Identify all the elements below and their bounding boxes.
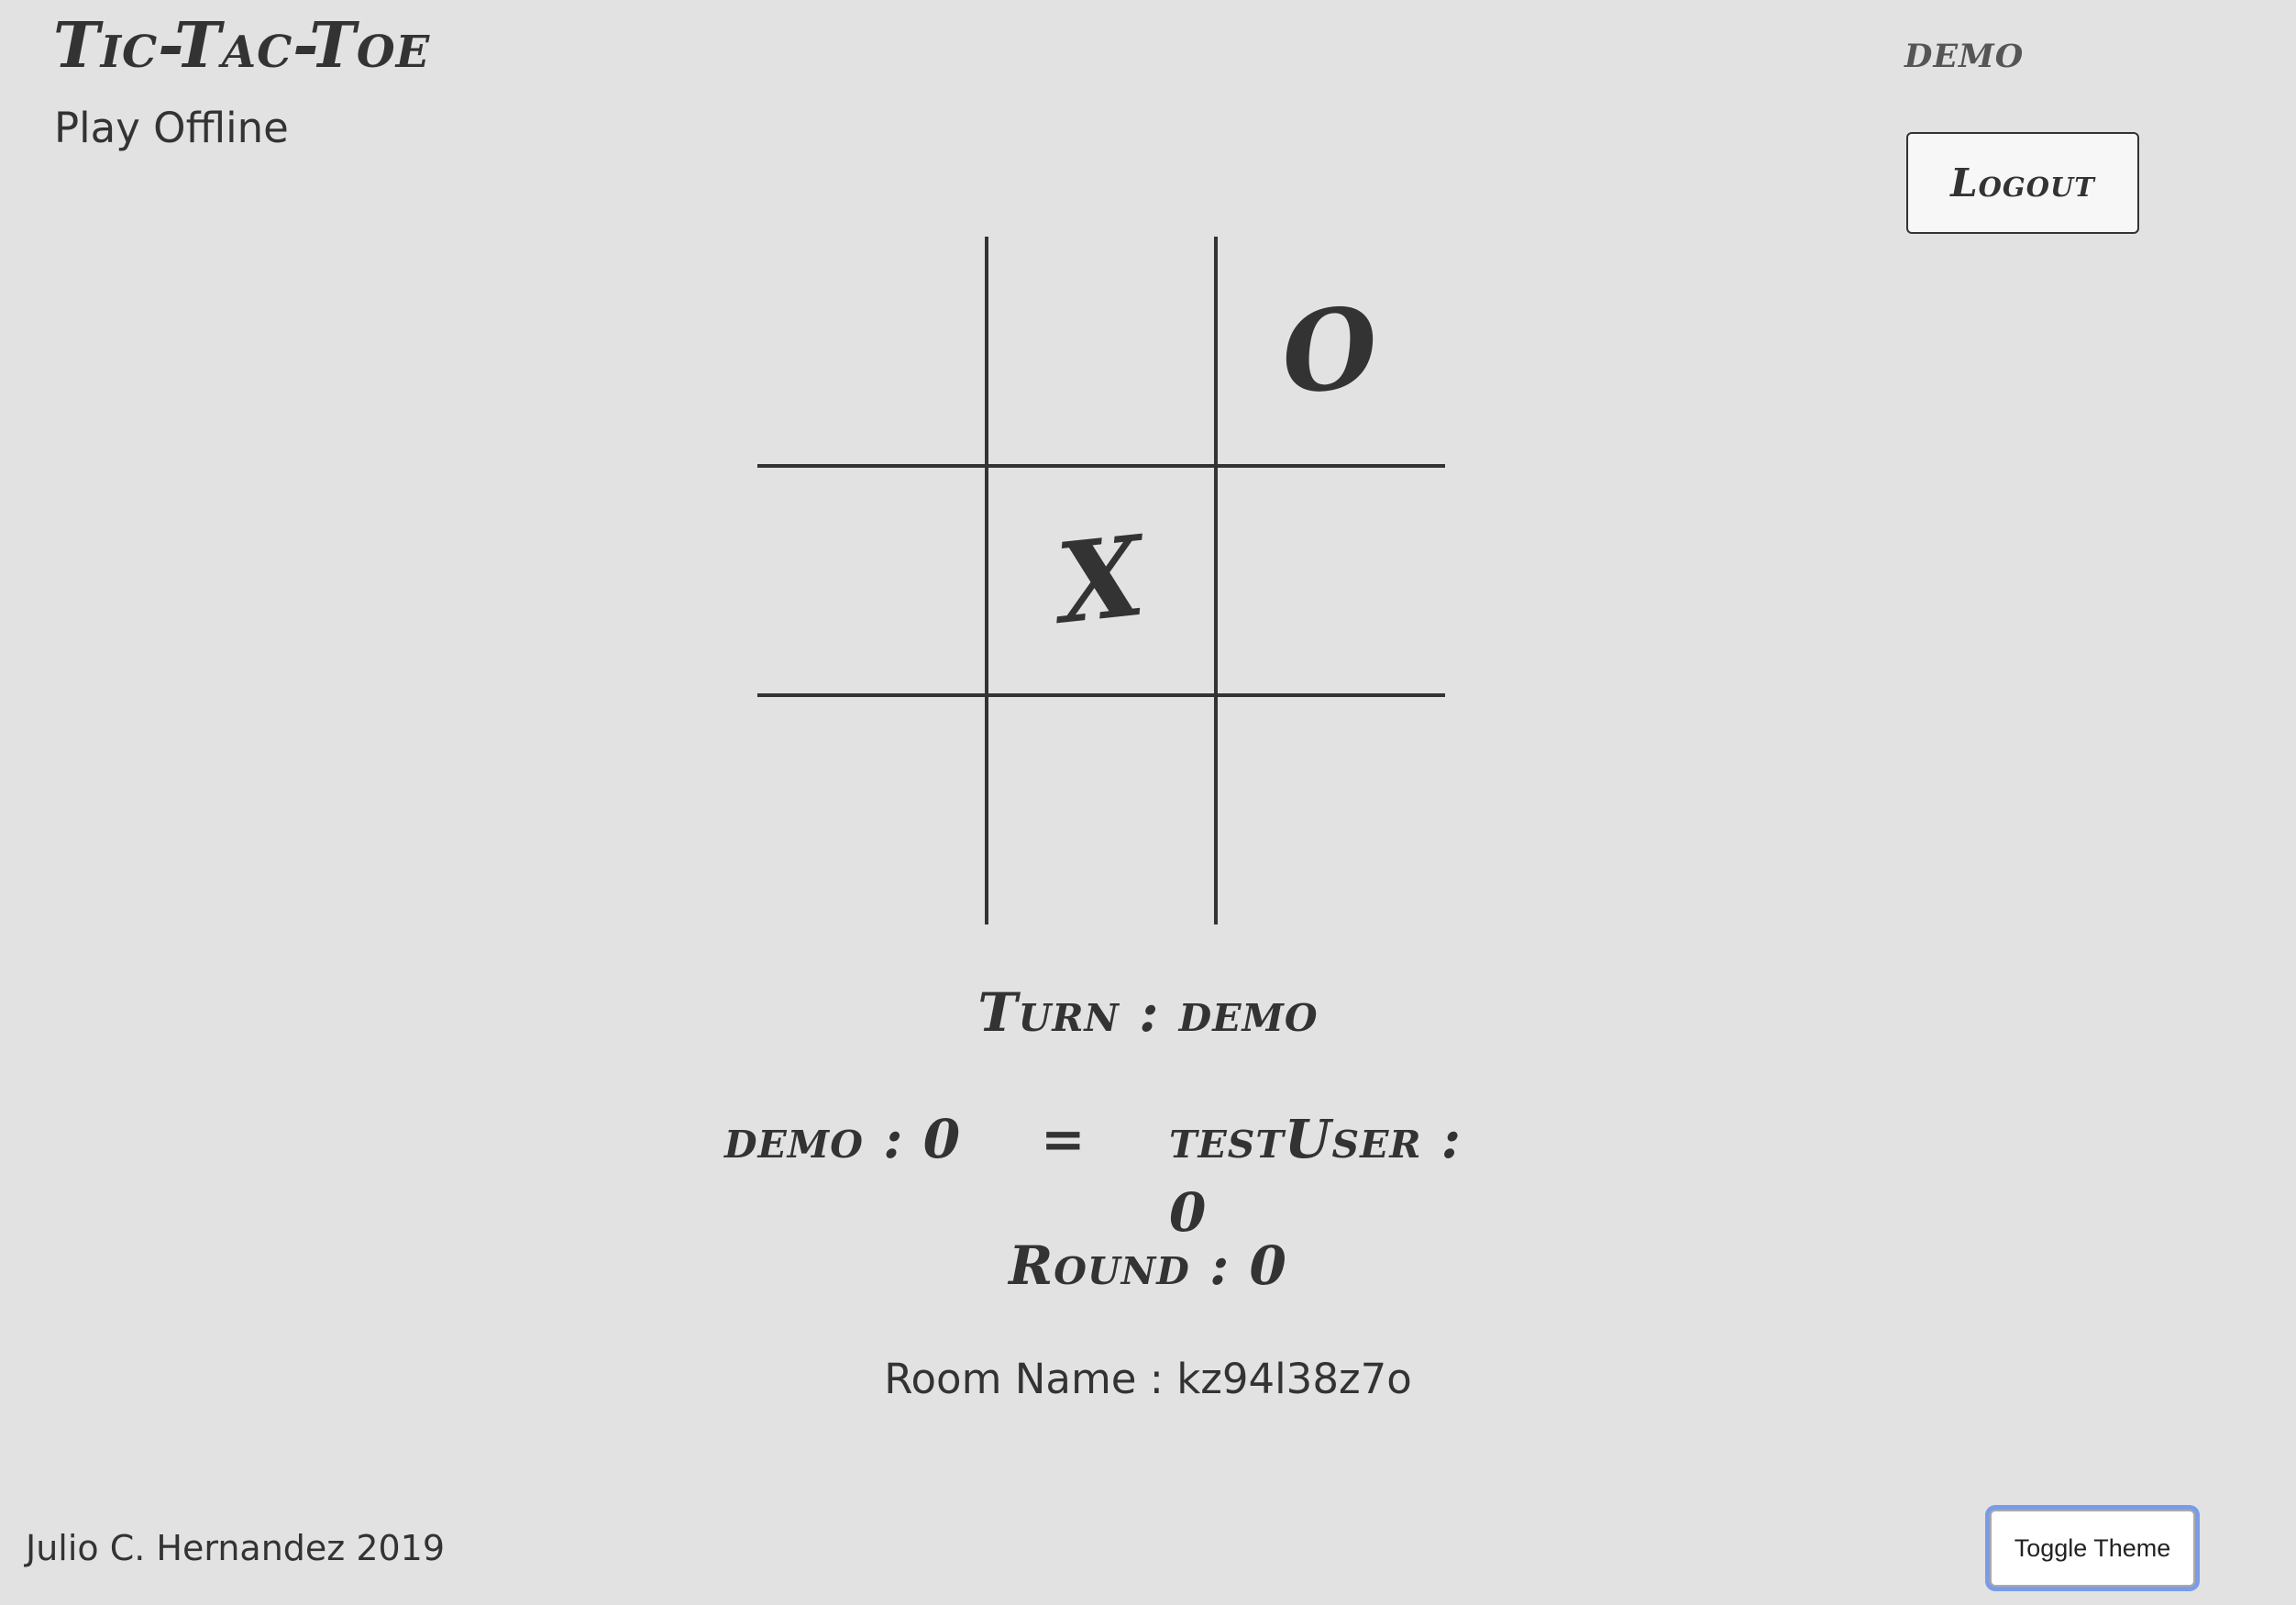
- board-cell-2[interactable]: [987, 237, 1216, 466]
- turn-indicator: Turn : demo: [977, 981, 1319, 1044]
- round-counter: Round : 0: [1009, 1234, 1287, 1297]
- cell-mark: X: [1051, 511, 1152, 649]
- board-cell-4[interactable]: [757, 466, 987, 695]
- board-cell-5[interactable]: X: [987, 466, 1216, 695]
- play-offline-link[interactable]: Play Offline: [54, 103, 289, 154]
- room-name: Room Name : kz94l38z7o: [884, 1355, 1412, 1403]
- board-cell-3[interactable]: O: [1216, 237, 1445, 466]
- player2-score: testUser : 0: [1169, 1108, 1462, 1244]
- game-board: O X: [757, 237, 1445, 924]
- toggle-theme-button[interactable]: Toggle Theme: [1990, 1510, 2195, 1587]
- board-cell-6[interactable]: [1216, 466, 1445, 695]
- board-cells: O X: [757, 237, 1445, 924]
- username-label: demo: [1904, 24, 2025, 78]
- score-separator: =: [1041, 1108, 1087, 1170]
- board-cell-1[interactable]: [757, 237, 987, 466]
- cell-mark: O: [1275, 281, 1385, 421]
- board-cell-7[interactable]: [757, 695, 987, 924]
- player1-score: demo : 0: [724, 1108, 962, 1170]
- board-cell-8[interactable]: [987, 695, 1216, 924]
- app-title: Tic-Tac-Toe: [53, 9, 431, 83]
- footer-credit: Julio C. Hernandez 2019: [26, 1528, 446, 1568]
- logout-button[interactable]: Logout: [1906, 132, 2139, 234]
- board-cell-9[interactable]: [1216, 695, 1445, 924]
- scoreboard: demo : 0 = testUser : 0: [724, 1102, 1504, 1244]
